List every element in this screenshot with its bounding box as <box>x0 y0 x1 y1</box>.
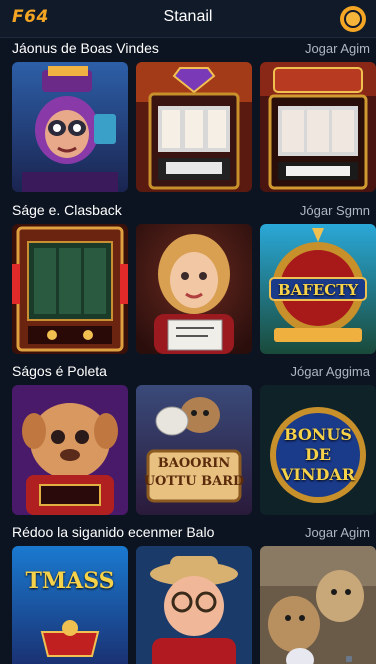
game-card-bonus-badge[interactable]: BONUS DE VINDAR <box>260 385 376 515</box>
game-row: TMASS <box>12 546 376 664</box>
girl-character-thumbnail <box>136 224 252 354</box>
top-bar: F64 Stanail <box>0 0 376 38</box>
section-play-link[interactable]: Jógar Aggima <box>291 364 371 379</box>
card-title-text: BAFECTY <box>277 281 359 299</box>
game-card-roulette-badge[interactable]: BAFECTY <box>260 224 376 354</box>
slot-machine-thumbnail <box>260 62 376 192</box>
page-title: Stanail <box>163 8 213 25</box>
cowboy-character-thumbnail <box>136 546 252 664</box>
slot-machine-thumbnail <box>12 224 128 354</box>
game-card-dog-sign[interactable]: BAOORIN UOTTU BARD <box>136 385 252 515</box>
section-title: Ságos é Poleta <box>12 363 107 379</box>
section-title: Jáonus de Boas Vindes <box>12 40 159 56</box>
card-title-text: BAOORIN UOTTU BARD <box>143 456 245 489</box>
card-title-text: TMASS <box>25 568 115 594</box>
section-header: Ságe e. Clasback Jógar Sgmn <box>0 200 376 222</box>
game-card-puppy-character[interactable] <box>12 385 128 515</box>
section-play-link[interactable]: Jogar Agim <box>305 525 370 540</box>
game-card-slot-machine-2[interactable] <box>260 62 376 192</box>
section-header: Rédoo la siganido ecenmer Balo Jogar Agi… <box>0 522 376 544</box>
slot-machine-thumbnail <box>136 62 252 192</box>
bears-thumbnail <box>260 546 376 664</box>
scroll-indicator <box>346 656 352 662</box>
game-card-slot-machine[interactable] <box>136 62 252 192</box>
section-play-link[interactable]: Jogar Agim <box>305 41 370 56</box>
game-card-slot-machine[interactable] <box>12 224 128 354</box>
puppy-character-thumbnail <box>12 385 128 515</box>
section-play-link[interactable]: Jógar Sgmn <box>300 203 370 218</box>
section-title: Ságe e. Clasback <box>12 202 122 218</box>
coin-menu-icon[interactable] <box>340 6 366 32</box>
game-row <box>12 62 376 192</box>
game-card-bears[interactable] <box>260 546 376 664</box>
section-header: Ságos é Poleta Jógar Aggima <box>0 361 376 383</box>
game-row: BAFECTY <box>12 224 376 354</box>
section-title: Rédoo la siganido ecenmer Balo <box>12 524 215 540</box>
game-row: BAOORIN UOTTU BARD BONUS DE VINDAR <box>12 385 376 515</box>
game-card-masked-character[interactable] <box>12 62 128 192</box>
game-card-tmass[interactable]: TMASS <box>12 546 128 664</box>
card-title-text: BONUS DE VINDAR <box>280 425 356 484</box>
tmass-title-thumbnail <box>12 546 128 664</box>
masked-character-thumbnail <box>12 62 128 192</box>
dog-sign-thumbnail <box>136 385 252 515</box>
game-card-cowboy-character[interactable] <box>136 546 252 664</box>
game-card-girl-character[interactable] <box>136 224 252 354</box>
section-header: Jáonus de Boas Vindes Jogar Agim <box>0 38 376 60</box>
